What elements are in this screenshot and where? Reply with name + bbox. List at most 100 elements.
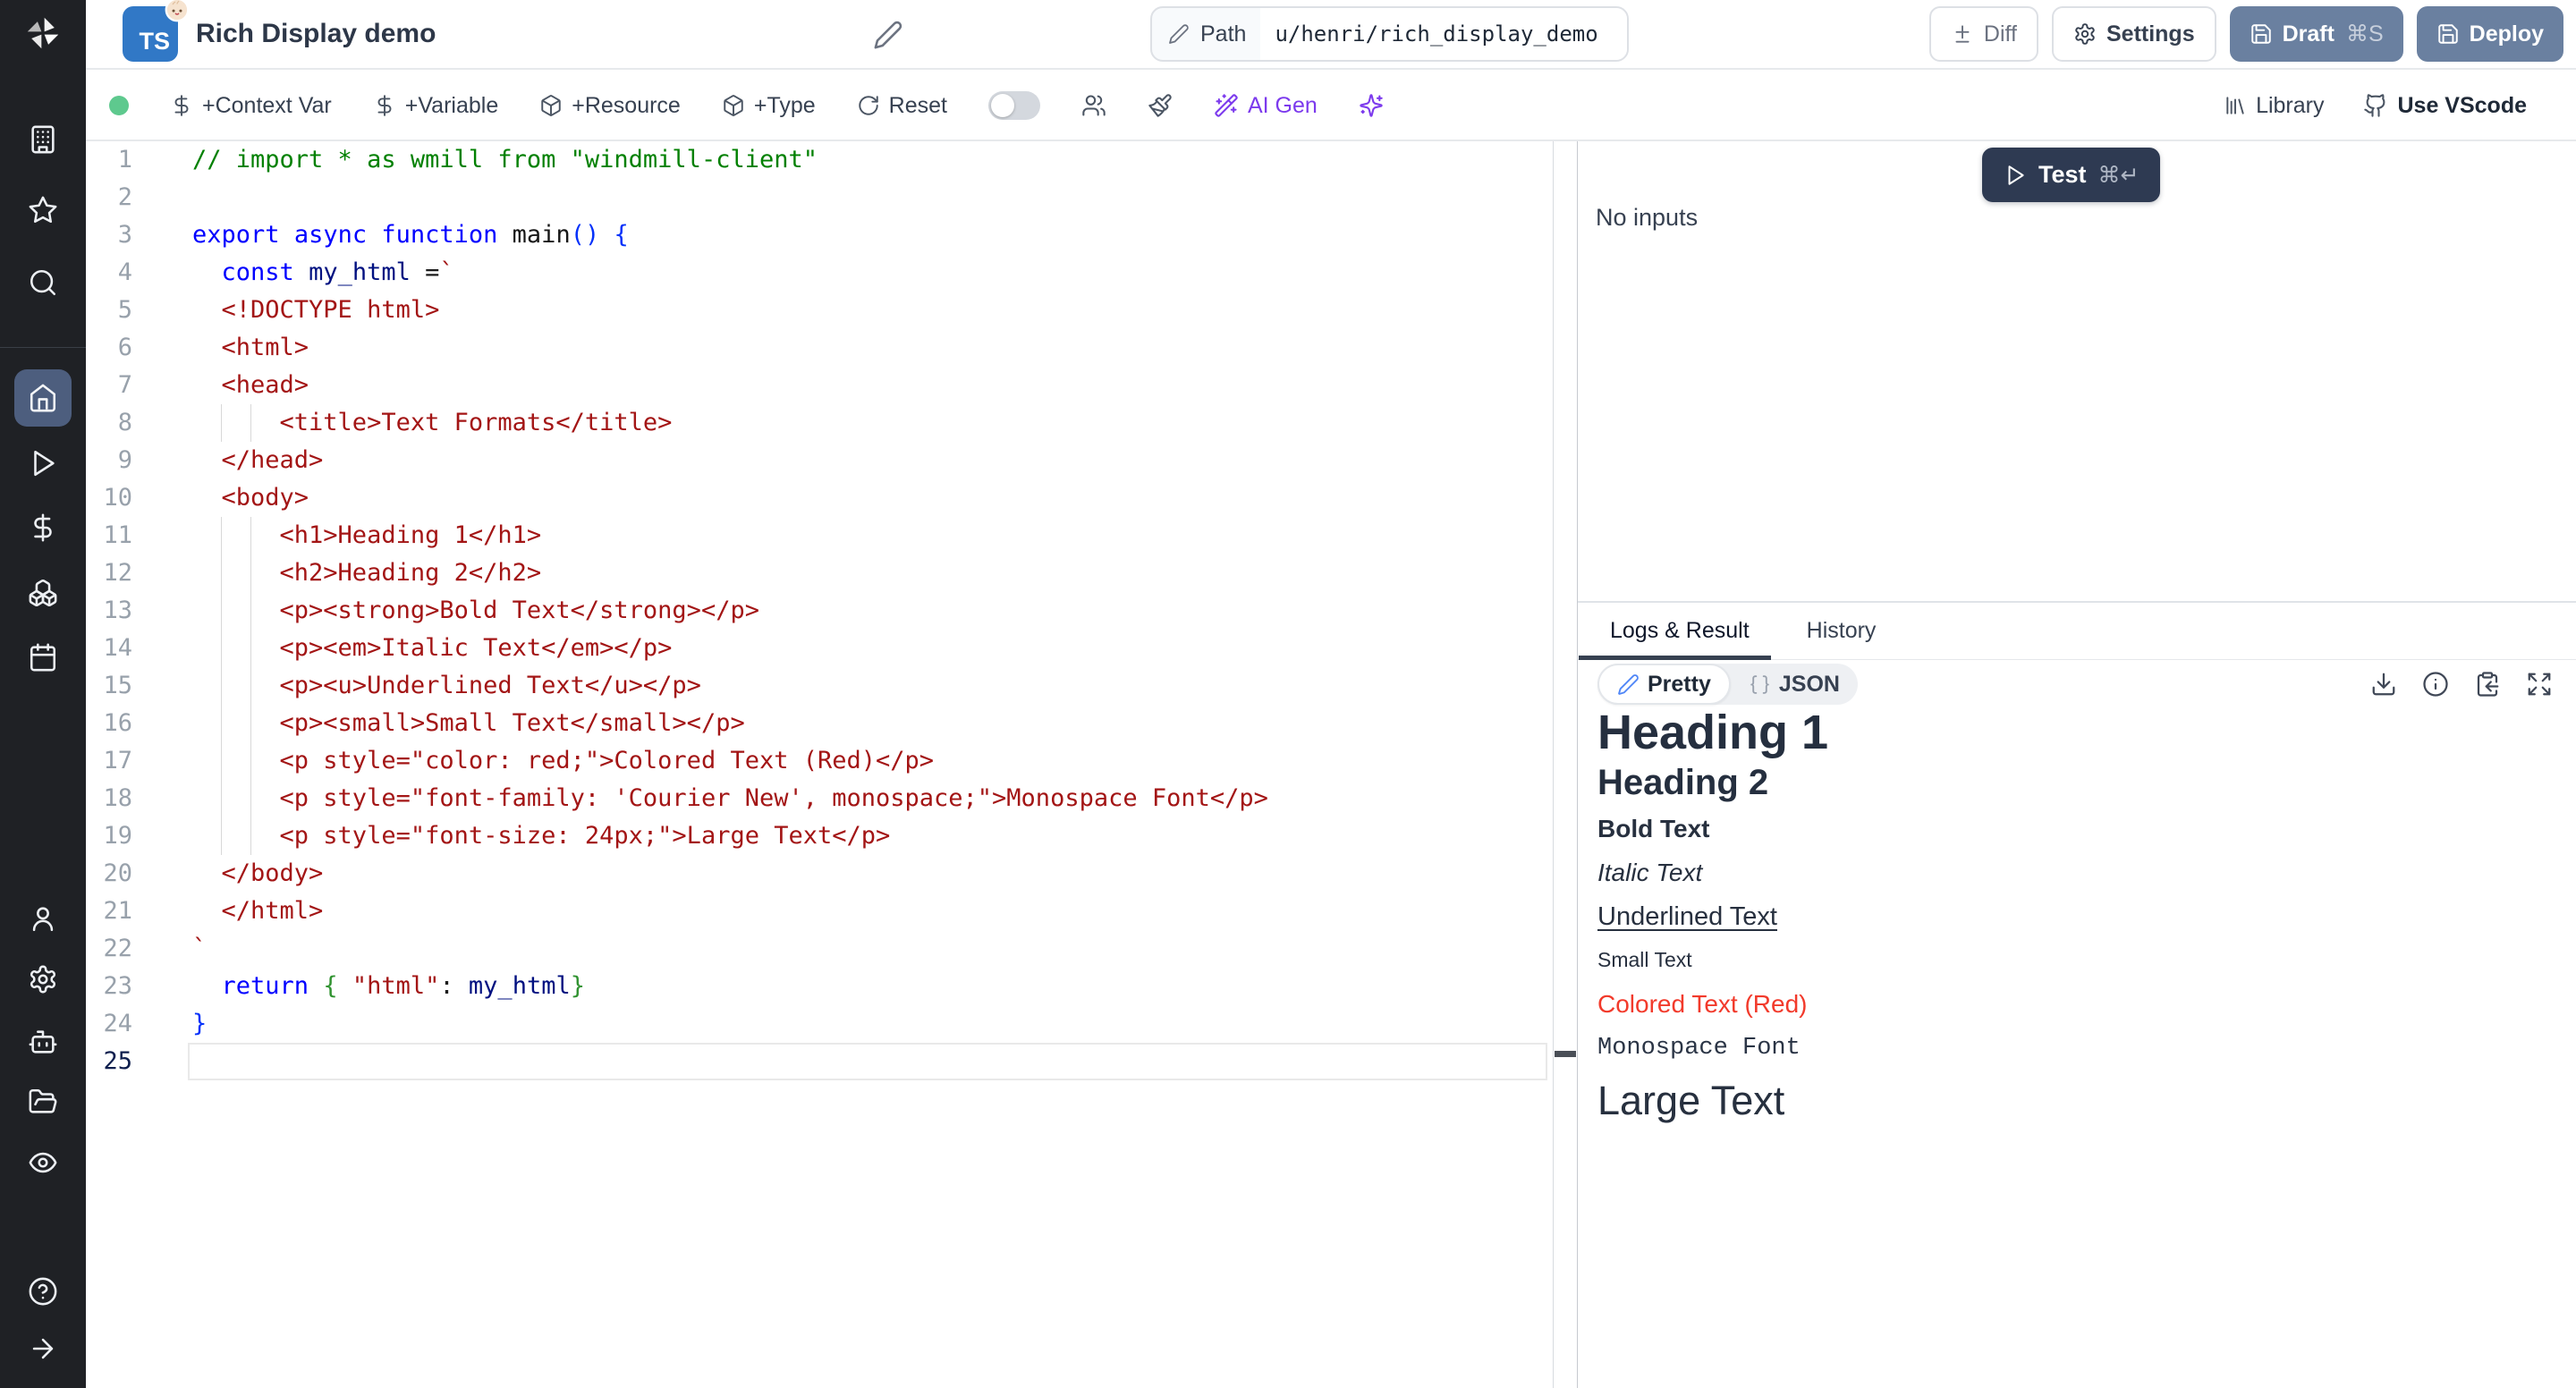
windmill-logo-icon[interactable]: [23, 13, 63, 53]
line-number: 15: [86, 667, 132, 705]
gear-icon: [2073, 22, 2097, 46]
library-button[interactable]: Library: [2224, 93, 2324, 119]
code-line[interactable]: 11 <h1>Heading 1</h1>: [86, 517, 1553, 554]
folders-icon[interactable]: [28, 1087, 58, 1117]
variables-dollar-icon[interactable]: [28, 512, 58, 543]
code-line[interactable]: 4 const my_html =`: [86, 254, 1553, 292]
copy-to-clipboard-icon[interactable]: [2470, 667, 2504, 701]
multiplayer-toggle[interactable]: [988, 91, 1040, 120]
code-line[interactable]: 13 <p><strong>Bold Text</strong></p>: [86, 592, 1553, 630]
line-number: 4: [86, 254, 132, 292]
code-line[interactable]: 16 <p><small>Small Text</small></p>: [86, 705, 1553, 742]
test-shortcut: ⌘↵: [2098, 162, 2140, 189]
expand-sidebar-arrow-icon[interactable]: [28, 1333, 58, 1364]
code-line[interactable]: 21 </html>: [86, 893, 1553, 930]
sparkles-icon: [1359, 93, 1384, 118]
code-text: export async function main() {: [132, 216, 629, 254]
use-vscode-button[interactable]: Use VScode: [2363, 93, 2527, 119]
diff-button[interactable]: Diff: [1929, 6, 2038, 62]
code-line[interactable]: 7 <head>: [86, 367, 1553, 404]
code-line[interactable]: 8 <title>Text Formats</title>: [86, 404, 1553, 442]
edit-pencil-icon[interactable]: [873, 20, 903, 50]
sparkles-button[interactable]: [1359, 93, 1384, 118]
panel-splitter[interactable]: [1553, 141, 1578, 1388]
code-line[interactable]: 24}: [86, 1005, 1553, 1043]
deploy-button[interactable]: Deploy: [2417, 6, 2563, 62]
line-number: 23: [86, 968, 132, 1005]
test-button[interactable]: Test ⌘↵: [1982, 148, 2160, 202]
workspace-building-icon[interactable]: [28, 124, 58, 155]
code-line[interactable]: 6 <html>: [86, 329, 1553, 367]
code-text: <p><small>Small Text</small></p>: [132, 705, 745, 742]
add-type-label: +Type: [754, 93, 816, 119]
settings-button[interactable]: Settings: [2052, 6, 2216, 62]
add-resource-button[interactable]: +Resource: [539, 93, 681, 119]
add-variable-button[interactable]: +Variable: [373, 93, 498, 119]
reset-label: Reset: [889, 93, 947, 119]
runs-play-icon[interactable]: [28, 448, 58, 478]
code-line[interactable]: 18 <p style="font-family: 'Courier New',…: [86, 780, 1553, 817]
line-number: 5: [86, 292, 132, 329]
code-line[interactable]: 22`: [86, 930, 1553, 968]
audit-eye-icon[interactable]: [28, 1147, 58, 1178]
sidebar-item-home[interactable]: [14, 369, 72, 427]
add-context-var-button[interactable]: +Context Var: [170, 93, 332, 119]
pretty-view-button[interactable]: Pretty: [1597, 664, 1731, 705]
home-icon: [28, 383, 58, 413]
add-context-var-label: +Context Var: [202, 93, 332, 119]
code-line[interactable]: 10 <body>: [86, 479, 1553, 517]
resources-boxes-icon[interactable]: [28, 578, 58, 608]
json-view-button[interactable]: JSON: [1731, 672, 1858, 698]
code-line[interactable]: 23 return { "html": my_html}: [86, 968, 1553, 1005]
expand-result-icon[interactable]: [2522, 667, 2556, 701]
tab-history[interactable]: History: [1789, 603, 1894, 659]
paintbrush-icon: [1148, 93, 1173, 118]
json-label: JSON: [1779, 672, 1840, 698]
code-line[interactable]: 3export async function main() {: [86, 216, 1553, 254]
code-text: <title>Text Formats</title>: [132, 404, 672, 442]
code-text: <body>: [132, 479, 309, 517]
code-line[interactable]: 15 <p><u>Underlined Text</u></p>: [86, 667, 1553, 705]
script-path-field[interactable]: Path u/henri/rich_display_demo: [1150, 6, 1629, 62]
draft-button[interactable]: Draft ⌘S: [2230, 6, 2403, 62]
users-icon: [1081, 93, 1106, 118]
format-code-button[interactable]: [1148, 93, 1173, 118]
tab-logs-result[interactable]: Logs & Result: [1592, 603, 1767, 659]
code-line[interactable]: 20 </body>: [86, 855, 1553, 893]
code-line[interactable]: 17 <p style="color: red;">Colored Text (…: [86, 742, 1553, 780]
settings-gear-icon[interactable]: [28, 964, 58, 994]
code-line[interactable]: 19 <p style="font-size: 24px;">Large Tex…: [86, 817, 1553, 855]
status-green-dot: [109, 96, 129, 115]
draft-label: Draft: [2283, 21, 2334, 47]
reset-button[interactable]: Reset: [857, 93, 947, 119]
schedules-calendar-icon[interactable]: [28, 642, 58, 673]
favorites-star-icon[interactable]: [28, 195, 58, 225]
code-editor[interactable]: 1// import * as wmill from "windmill-cli…: [86, 141, 1553, 1388]
result-item-italic: Italic Text: [1597, 858, 2567, 888]
multiplayer-users-button[interactable]: [1081, 93, 1106, 118]
code-line[interactable]: 2: [86, 179, 1553, 216]
line-number: 19: [86, 817, 132, 855]
indent-guide: [221, 404, 222, 442]
add-type-button[interactable]: +Type: [722, 93, 816, 119]
path-value-box[interactable]: u/henri/rich_display_demo: [1260, 8, 1627, 60]
info-icon[interactable]: [2419, 667, 2453, 701]
search-icon[interactable]: [28, 267, 58, 298]
code-text: [132, 1043, 192, 1080]
code-line[interactable]: 5 <!DOCTYPE html>: [86, 292, 1553, 329]
workers-bot-icon[interactable]: [28, 1027, 58, 1057]
code-line[interactable]: 9 </head>: [86, 442, 1553, 479]
code-line[interactable]: 1// import * as wmill from "windmill-cli…: [86, 141, 1553, 179]
ai-gen-button[interactable]: AI Gen: [1214, 93, 1318, 119]
download-result-icon[interactable]: [2367, 667, 2401, 701]
page-title: Rich Display demo: [196, 19, 436, 49]
line-number: 3: [86, 216, 132, 254]
splitter-drag-handle[interactable]: [1555, 1051, 1576, 1057]
library-label: Library: [2256, 93, 2324, 119]
code-line[interactable]: 12 <h2>Heading 2</h2>: [86, 554, 1553, 592]
code-line[interactable]: 14 <p><em>Italic Text</em></p>: [86, 630, 1553, 667]
help-icon[interactable]: [28, 1276, 58, 1307]
user-icon[interactable]: [28, 903, 58, 934]
code-text: <!DOCTYPE html>: [132, 292, 439, 329]
code-text: // import * as wmill from "windmill-clie…: [132, 141, 818, 179]
